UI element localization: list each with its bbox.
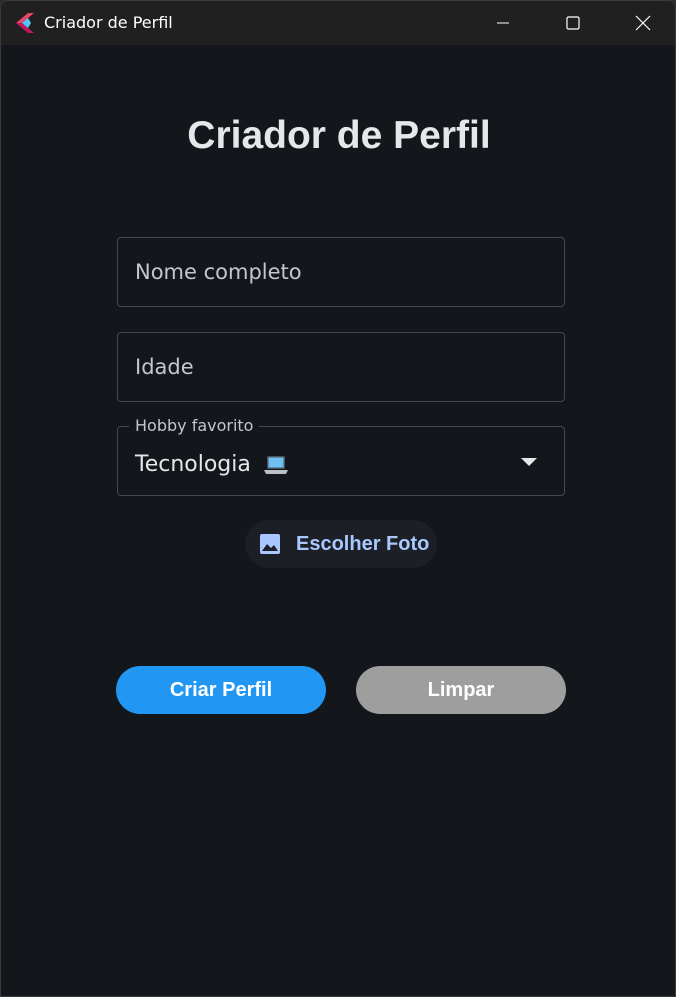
- age-input[interactable]: [118, 333, 564, 401]
- hobby-label: Hobby favorito: [129, 416, 260, 436]
- image-icon: [260, 534, 280, 554]
- create-profile-button[interactable]: Criar Perfil: [116, 666, 326, 714]
- choose-photo-button[interactable]: Escolher Foto: [245, 520, 437, 568]
- maximize-button[interactable]: [538, 1, 608, 45]
- minimize-button[interactable]: [468, 1, 538, 45]
- clear-button[interactable]: Limpar: [356, 666, 566, 714]
- close-icon: [635, 15, 651, 31]
- close-button[interactable]: [608, 1, 675, 45]
- window-title: Criador de Perfil: [44, 13, 173, 32]
- page-title: Criador de Perfil: [187, 114, 491, 157]
- laptop-icon: [263, 456, 288, 474]
- minimize-icon: [497, 22, 509, 24]
- name-input[interactable]: [118, 238, 564, 306]
- chevron-down-icon: [521, 458, 537, 466]
- hobby-selected: Tecnologia: [135, 451, 289, 479]
- title-bar[interactable]: Criador de Perfil: [1, 1, 675, 45]
- hobby-dropdown[interactable]: Hobby favorito Tecnologia: [117, 416, 565, 496]
- age-field[interactable]: [117, 332, 565, 402]
- hobby-selected-text: Tecnologia: [135, 452, 251, 477]
- name-field[interactable]: [117, 237, 565, 307]
- flutter-logo-icon: [16, 13, 34, 33]
- maximize-icon: [566, 16, 580, 30]
- choose-photo-label: Escolher Foto: [296, 532, 430, 555]
- app-window: Criador de Perfil Criador de Perfil Hobb…: [0, 0, 676, 997]
